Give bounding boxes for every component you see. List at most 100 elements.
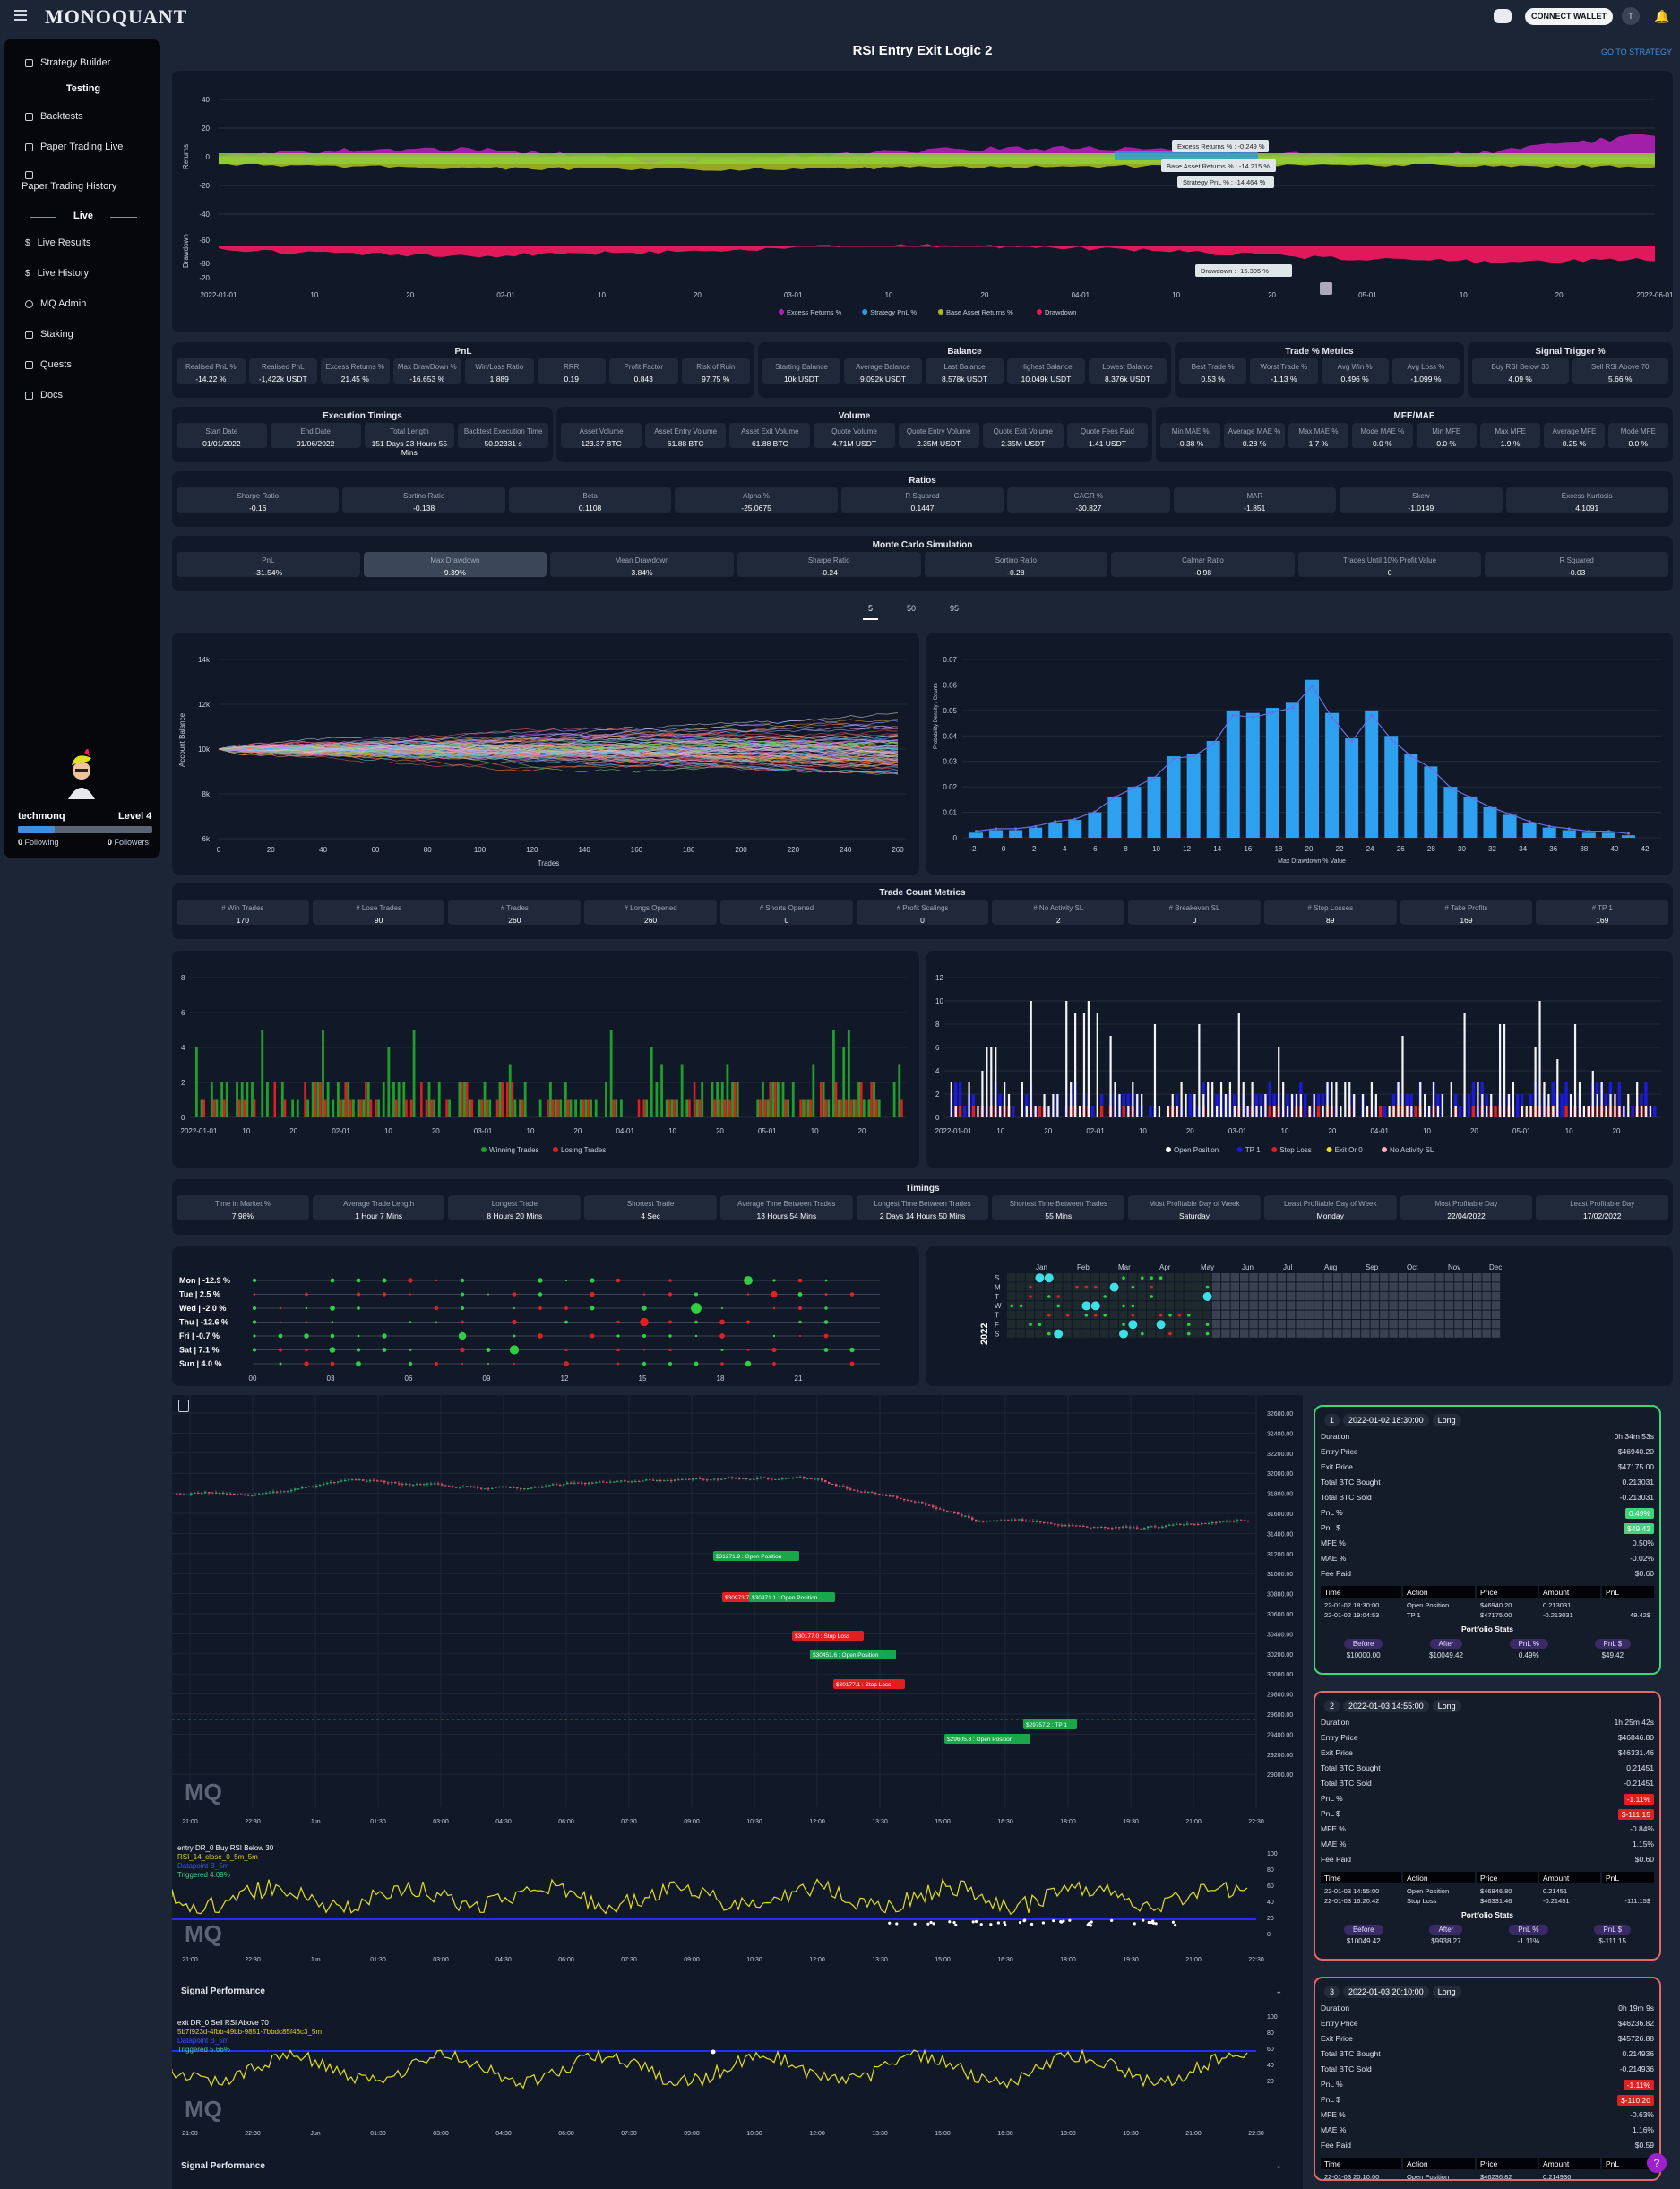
avatar[interactable]: T xyxy=(1622,7,1640,25)
density-point xyxy=(1331,716,1334,720)
winning-bar xyxy=(574,1099,578,1117)
candle xyxy=(1011,1519,1013,1521)
connect-wallet-button[interactable]: CONNECT WALLET xyxy=(1525,8,1613,25)
winning-bar xyxy=(670,1099,674,1117)
open-position-bar xyxy=(1556,1059,1559,1117)
candle xyxy=(459,1487,461,1488)
chevron-down-icon[interactable]: ⌄ xyxy=(1275,2161,1282,2171)
candle xyxy=(527,1488,530,1490)
menu-icon[interactable] xyxy=(14,10,27,21)
candle xyxy=(1193,1523,1196,1525)
discord-icon[interactable] xyxy=(1494,9,1512,23)
sidebar-item-paper-live[interactable]: Paper Trading Live xyxy=(25,142,123,152)
following-count[interactable]: 0 Following xyxy=(18,838,59,847)
chevron-down-icon[interactable]: ⌄ xyxy=(1275,1986,1282,1996)
trigger-point xyxy=(1003,1921,1006,1925)
ratios-title: Ratios xyxy=(909,476,936,486)
metric-label: Buy RSI Below 30 xyxy=(1491,363,1549,371)
strategy-pnl-area xyxy=(1115,151,1258,160)
losing-bar xyxy=(637,1099,641,1117)
calendar-cell xyxy=(1380,1273,1389,1282)
candle xyxy=(957,1512,960,1515)
price-chart[interactable]: 32600.0032400.0032200.0032000.0031800.00… xyxy=(172,1395,1303,2189)
metric-label: Best Trade % xyxy=(1191,363,1235,371)
weekday-dot xyxy=(305,1321,308,1323)
sidebar-item-strategy-builder[interactable]: Strategy Builder xyxy=(25,57,110,68)
bell-icon[interactable]: 🔔 xyxy=(1654,9,1669,23)
tick-label: 32200.00 xyxy=(1267,1452,1293,1458)
calendar-cell xyxy=(1426,1282,1435,1291)
open-position-bar xyxy=(1547,1094,1550,1117)
calendar-cell xyxy=(1063,1282,1072,1291)
help-icon[interactable]: ? xyxy=(1647,2153,1667,2173)
tick-label: 16:30 xyxy=(997,2131,1013,2137)
winning-losing-trades-chart[interactable]: 864202022-01-01 10 20 02-01 10 20 03-01 10 20 04-… xyxy=(172,951,919,1168)
signal-performance-2[interactable]: Signal Performance xyxy=(181,2161,265,2171)
signal-performance-1[interactable]: Signal Performance xyxy=(181,1986,265,1996)
ind1-legend: entry DR_0 Buy RSI Below 30 RSI_14_close… xyxy=(177,1844,273,1880)
go-to-strategy-link[interactable]: GO TO STRATEGY xyxy=(1601,47,1672,56)
returns-chart[interactable]: 40200-20-40-60-80-20ReturnsDrawdown2022-… xyxy=(172,71,1674,332)
trade-card[interactable]: 3 2022-01-03 20:10:00 Long Duration 0h 19m 9… xyxy=(1314,1977,1661,2181)
weekday-hour-chart[interactable]: Mon | -12.9 %Tue | 2.5 %Wed | -2.0 %Thu … xyxy=(172,1246,919,1386)
calendar-cell xyxy=(1277,1273,1286,1282)
winning-bar xyxy=(731,1082,734,1117)
calendar-cell xyxy=(1361,1310,1370,1319)
stop-loss-bar xyxy=(1378,1106,1383,1117)
winning-bar xyxy=(291,1099,295,1117)
tick-label: 0.06 xyxy=(943,681,957,689)
mc-lines-chart[interactable]: 14k12k10k8k6k0 20 40 60 80 100 120 140 160 180 200… xyxy=(172,633,919,875)
candle xyxy=(1161,1527,1164,1529)
sidebar-item-mq-admin[interactable]: MQ Admin xyxy=(25,298,86,309)
weekday-dot xyxy=(720,1362,724,1366)
winning-bar xyxy=(842,1047,846,1117)
density-point xyxy=(1113,796,1116,799)
weekday-dot xyxy=(772,1362,776,1366)
weekday-dot xyxy=(435,1362,438,1366)
calendar-heatmap[interactable]: Jan Feb Mar Apr May Jun Jul Aug Sep Oct Nov DecSMTW… xyxy=(926,1246,1673,1386)
metric-value: 0.843 xyxy=(633,375,653,384)
candle xyxy=(638,1481,641,1483)
tab-95[interactable]: 95 xyxy=(944,604,964,620)
trade-card[interactable]: 1 2022-01-02 18:30:00 Long Duration 0h 34m 5… xyxy=(1314,1405,1661,1675)
losing-bar xyxy=(470,1099,474,1117)
candle xyxy=(846,1487,849,1489)
sidebar-item-staking[interactable]: Staking xyxy=(25,329,73,340)
sidebar-item-live-history[interactable]: $ Live History xyxy=(25,268,89,279)
sidebar-item-paper-history[interactable]: Paper Trading History xyxy=(22,171,116,192)
tick-label: 20 xyxy=(1305,845,1314,853)
followers-count[interactable]: 0 Followers xyxy=(108,838,149,847)
candle xyxy=(294,1488,297,1491)
lock-icon[interactable] xyxy=(178,1400,189,1412)
tick-label: 20 xyxy=(202,125,210,133)
trade-card[interactable]: 2 2022-01-03 14:55:00 Long Duration 1h 25m 4… xyxy=(1314,1691,1661,1961)
sidebar-item-live-results[interactable]: $ Live Results xyxy=(25,237,90,248)
metric-value: -1.851 xyxy=(1244,504,1266,513)
density-point xyxy=(1528,820,1531,823)
open-position-bar xyxy=(1521,1106,1523,1117)
weekday-dot xyxy=(746,1293,750,1296)
calendar-cell xyxy=(1454,1310,1463,1319)
metric-value: 01/01/2022 xyxy=(202,439,241,448)
calendar-cell xyxy=(1342,1291,1351,1301)
open-position-bar xyxy=(1322,1106,1324,1117)
tick-label: 31400.00 xyxy=(1267,1531,1293,1538)
sidebar-item-backtests[interactable]: Backtests xyxy=(25,111,83,122)
losing-bar xyxy=(769,1082,772,1117)
weekday-dot xyxy=(616,1334,620,1338)
calendar-cell xyxy=(1370,1310,1379,1319)
open-position-bar xyxy=(1282,1082,1285,1117)
tick-label: 12:00 xyxy=(809,1819,825,1825)
losing-bar xyxy=(445,1099,448,1117)
tab-5[interactable]: 5 xyxy=(863,604,879,620)
trigger-point xyxy=(954,1923,958,1927)
tab-50[interactable]: 50 xyxy=(901,604,921,620)
open-position-bar xyxy=(1401,1036,1404,1117)
trade-types-chart[interactable]: 1210864202022-01-01 10 20 02-01 10 20 03-01 10 2… xyxy=(926,951,1673,1168)
sidebar-item-docs[interactable]: Docs xyxy=(25,390,63,401)
mc-histogram-chart[interactable]: 0.070.060.050.040.030.020.010-2 0 2 4 6 8 10 12… xyxy=(926,633,1673,875)
open-position-bar xyxy=(1618,1106,1621,1117)
calendar-cell xyxy=(1118,1282,1128,1291)
sidebar-item-quests[interactable]: Quests xyxy=(25,359,72,370)
metric-label: Shortest Time Between Trades xyxy=(1009,1200,1107,1208)
